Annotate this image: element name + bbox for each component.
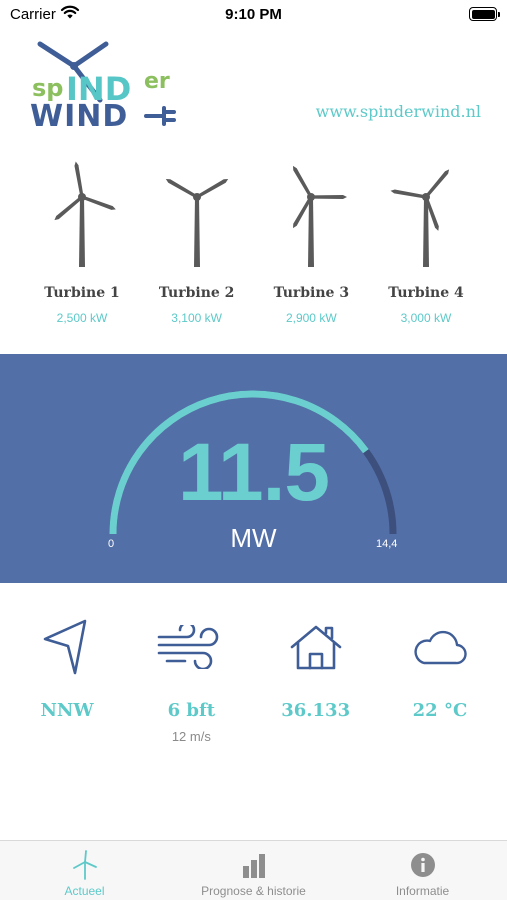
tab-label: Informatie: [395, 884, 450, 898]
website-link[interactable]: www.spinderwind.nl: [316, 102, 481, 121]
households-value: 36.133: [281, 700, 351, 721]
tab-prognose-historie[interactable]: Prognose & historie: [169, 841, 338, 900]
battery-level: [471, 9, 495, 19]
turbine-card[interactable]: Turbine 2 3,100 kW: [140, 155, 254, 335]
turbine-icon: [70, 850, 100, 880]
gauge-unit: MW: [230, 523, 277, 553]
house-icon: [289, 612, 343, 682]
bar-chart-icon: [241, 850, 267, 880]
wind-direction-value: NNW: [40, 700, 94, 721]
turbine-power: 2,500 kW: [56, 311, 108, 325]
power-gauge-panel: 11.5 MW 0 14,4: [0, 354, 507, 583]
wind-turbine-icon: [54, 161, 116, 267]
turbine-card[interactable]: Turbine 3 2,900 kW: [254, 155, 368, 335]
tab-label: Actueel: [64, 884, 105, 898]
temperature: 22 °C: [383, 612, 497, 744]
spinderwind-logo: sp IND er WIND: [28, 38, 188, 134]
wind-speed-value: 12 m/s: [171, 729, 211, 744]
info-icon: [410, 850, 436, 880]
gauge-value: 11.5: [177, 427, 330, 518]
tab-actueel[interactable]: Actueel: [0, 841, 169, 900]
logo-text-wind: WIND: [30, 99, 128, 130]
turbine-card[interactable]: Turbine 4 3,000 kW: [369, 155, 483, 335]
battery-icon: [469, 7, 500, 21]
temperature-value: 22 °C: [412, 700, 468, 721]
turbine-name: Turbine 2: [158, 285, 235, 301]
turbine-power: 3,100 kW: [171, 311, 222, 325]
logo-text-sp: sp: [32, 74, 63, 102]
wind-force-value: 6 bft: [167, 700, 216, 721]
wind-icon: [157, 612, 225, 682]
wind-direction: NNW: [10, 612, 124, 744]
gauge-max-label: 14,4: [376, 538, 398, 550]
status-bar: Carrier 9:10 PM: [0, 0, 507, 30]
wind-turbine-icon: [293, 165, 348, 267]
clock: 9:10 PM: [225, 6, 282, 23]
turbine-name: Turbine 1: [44, 285, 120, 301]
cloud-icon: [412, 612, 468, 682]
wind-turbine-icon: [165, 179, 228, 267]
turbine-power: 3,000 kW: [400, 311, 452, 325]
turbine-card[interactable]: Turbine 1 2,500 kW: [25, 155, 139, 335]
tab-bar: Actueel Prognose & historie Informatie: [0, 840, 507, 900]
logo-text-er: er: [144, 69, 170, 94]
tab-label: Prognose & historie: [201, 884, 306, 898]
wind-turbine-icon: [390, 169, 450, 267]
turbine-name: Turbine 4: [388, 285, 464, 301]
plug-icon: [144, 106, 176, 126]
conditions-row: NNW 6 bft 12 m/s 36.133 22 °C: [10, 612, 497, 744]
direction-arrow-icon: [41, 612, 93, 682]
wind-force: 6 bft 12 m/s: [134, 612, 248, 744]
households: 36.133: [259, 612, 373, 744]
turbine-list: Turbine 1 2,500 kW Turbine 2 3,100 kW Tu…: [25, 155, 483, 335]
turbine-name: Turbine 3: [273, 285, 350, 301]
tab-informatie[interactable]: Informatie: [338, 841, 507, 900]
turbine-power: 2,900 kW: [285, 311, 337, 325]
gauge-min-label: 0: [108, 538, 115, 550]
